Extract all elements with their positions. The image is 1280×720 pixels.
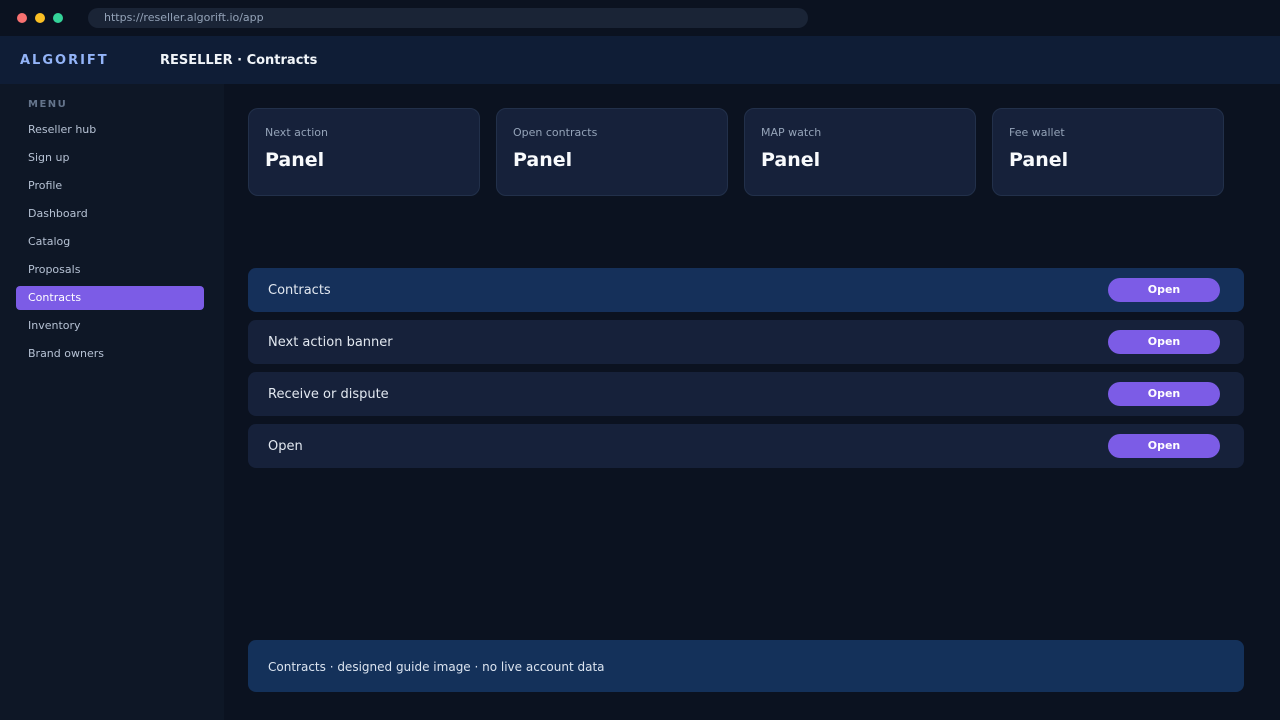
card-value: Panel bbox=[513, 149, 573, 171]
sidebar-item-profile[interactable]: Profile bbox=[16, 174, 204, 198]
top-navbar: ALGORIFT RESELLER · Contracts bbox=[0, 36, 1280, 84]
sidebar-item-contracts[interactable]: Contracts bbox=[16, 286, 204, 310]
list-item-label: Contracts bbox=[268, 283, 331, 298]
summary-card-next-action[interactable]: Next action Panel bbox=[248, 108, 480, 196]
list-item-label: Receive or dispute bbox=[268, 387, 389, 402]
sidebar: MENU Reseller hub Sign up Profile Dashbo… bbox=[0, 84, 224, 720]
sidebar-item-dashboard[interactable]: Dashboard bbox=[16, 202, 204, 226]
footer-note: Contracts · designed guide image · no li… bbox=[248, 640, 1244, 692]
open-button[interactable]: Open bbox=[1108, 278, 1220, 302]
summary-card-map-watch[interactable]: MAP watch Panel bbox=[744, 108, 976, 196]
minimize-window-dot[interactable] bbox=[35, 13, 45, 23]
page-title: RESELLER · Contracts bbox=[160, 53, 318, 68]
open-button[interactable]: Open bbox=[1108, 434, 1220, 458]
summary-card-fee-wallet[interactable]: Fee wallet Panel bbox=[992, 108, 1224, 196]
list-item-label: Open bbox=[268, 439, 303, 454]
close-window-dot[interactable] bbox=[17, 13, 27, 23]
sidebar-item-inventory[interactable]: Inventory bbox=[16, 314, 204, 338]
maximize-window-dot[interactable] bbox=[53, 13, 63, 23]
browser-titlebar: https://reseller.algorift.io/app bbox=[0, 0, 1280, 36]
card-label: Next action bbox=[265, 126, 328, 139]
sidebar-item-brand-owners[interactable]: Brand owners bbox=[16, 342, 204, 366]
sidebar-heading: MENU bbox=[28, 99, 68, 110]
sidebar-item-reseller-hub[interactable]: Reseller hub bbox=[16, 118, 204, 142]
card-value: Panel bbox=[761, 149, 821, 171]
list-item-next-action-banner[interactable]: Next action banner Open bbox=[248, 320, 1244, 364]
card-value: Panel bbox=[1009, 149, 1069, 171]
card-label: Open contracts bbox=[513, 126, 598, 139]
list-item-label: Next action banner bbox=[268, 335, 393, 350]
card-value: Panel bbox=[265, 149, 325, 171]
list-item-contracts[interactable]: Contracts Open bbox=[248, 268, 1244, 312]
card-label: MAP watch bbox=[761, 126, 822, 139]
main-content: Next action Panel Open contracts Panel M… bbox=[224, 84, 1280, 720]
address-bar[interactable]: https://reseller.algorift.io/app bbox=[88, 8, 808, 28]
sidebar-item-sign-up[interactable]: Sign up bbox=[16, 146, 204, 170]
card-label: Fee wallet bbox=[1009, 126, 1065, 139]
list-item-receive-or-dispute[interactable]: Receive or dispute Open bbox=[248, 372, 1244, 416]
list-item-open[interactable]: Open Open bbox=[248, 424, 1244, 468]
sidebar-item-proposals[interactable]: Proposals bbox=[16, 258, 204, 282]
open-button[interactable]: Open bbox=[1108, 330, 1220, 354]
brand-logo[interactable]: ALGORIFT bbox=[20, 36, 109, 86]
open-button[interactable]: Open bbox=[1108, 382, 1220, 406]
sidebar-item-catalog[interactable]: Catalog bbox=[16, 230, 204, 254]
summary-card-open-contracts[interactable]: Open contracts Panel bbox=[496, 108, 728, 196]
